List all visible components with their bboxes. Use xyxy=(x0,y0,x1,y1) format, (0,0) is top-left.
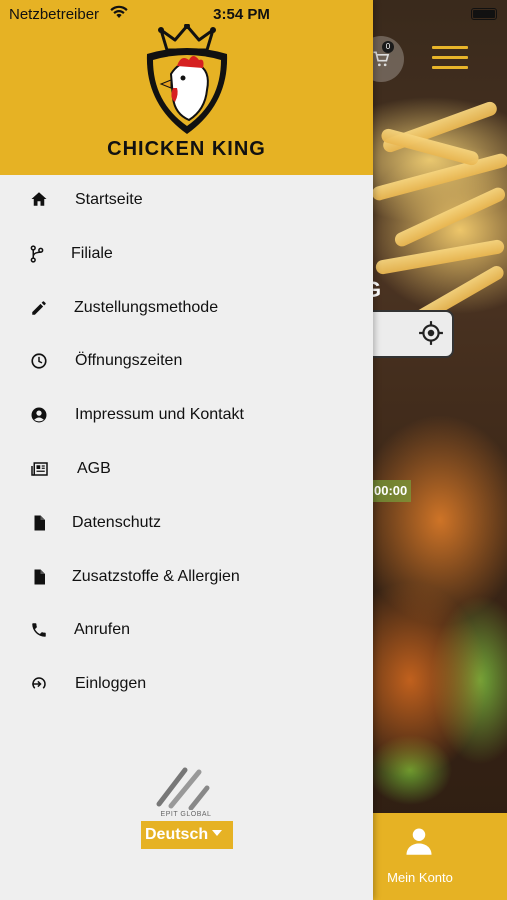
nav-item-agb[interactable]: AGB xyxy=(0,443,373,497)
branch-icon xyxy=(30,245,44,263)
clock-icon xyxy=(31,353,47,369)
battery-icon xyxy=(471,8,497,20)
chevron-down-icon xyxy=(212,830,222,836)
newspaper-icon xyxy=(31,462,48,476)
nav-item-filiale[interactable]: Filiale xyxy=(0,228,373,282)
nav-item-datenschutz[interactable]: Datenschutz xyxy=(0,497,373,551)
home-icon xyxy=(31,192,47,206)
status-time: 3:54 PM xyxy=(213,6,270,23)
brand-name: CHICKEN KING xyxy=(107,138,266,160)
nav-item-label: Zusatzstoffe & Allergien xyxy=(72,567,240,585)
nav-item-label: Filiale xyxy=(71,244,113,262)
nav-item-zusatzstoffe[interactable]: Zusatzstoffe & Allergien xyxy=(0,551,373,605)
tab-mein-konto[interactable]: Mein Konto xyxy=(373,870,467,885)
document-icon xyxy=(34,569,45,585)
nav-item-label: Startseite xyxy=(75,191,143,208)
account-icon[interactable] xyxy=(404,826,434,856)
nav-item-oeffnungszeiten[interactable]: Öffnungszeiten xyxy=(0,335,373,389)
hamburger-menu-icon[interactable] xyxy=(432,46,468,70)
nav-item-label: Impressum und Kontakt xyxy=(75,406,244,424)
epit-global-logo xyxy=(156,767,210,810)
drawer-nav: Startseite Filiale Zustellungsmethode Öf… xyxy=(0,174,373,712)
food-image-fry xyxy=(392,185,507,249)
nav-item-label: Datenschutz xyxy=(72,513,161,531)
locate-icon[interactable] xyxy=(418,320,444,346)
status-bar: Netzbetreiber 3:54 PM xyxy=(0,0,507,28)
nav-item-einloggen[interactable]: Einloggen xyxy=(0,658,373,712)
pencil-icon xyxy=(32,300,46,315)
nav-item-label: Anrufen xyxy=(74,621,131,639)
epit-global-logo-text: EPIT GLOBAL xyxy=(160,811,212,818)
nav-item-label: Öffnungszeiten xyxy=(75,352,183,370)
cart-count-badge: 0 xyxy=(382,41,394,53)
nav-item-label: Einloggen xyxy=(75,675,147,693)
nav-item-anrufen[interactable]: Anrufen xyxy=(0,604,373,658)
nav-item-label: AGB xyxy=(77,459,111,477)
bottom-tab-bar xyxy=(373,813,507,900)
nav-item-startseite[interactable]: Startseite xyxy=(0,174,373,228)
phone-icon xyxy=(32,623,46,638)
nav-item-zustellungsmethode[interactable]: Zustellungsmethode xyxy=(0,282,373,336)
login-icon xyxy=(32,677,46,689)
navigation-drawer: CHICKEN KING Startseite Filiale Zustellu… xyxy=(0,0,373,900)
nav-item-impressum[interactable]: Impressum und Kontakt xyxy=(0,389,373,443)
opening-time-chip: 00:00 xyxy=(370,480,412,502)
document-icon xyxy=(34,515,45,531)
nav-item-label: Zustellungsmethode xyxy=(74,298,219,316)
chicken-king-logo xyxy=(146,24,228,134)
account-circle-icon xyxy=(31,407,47,423)
